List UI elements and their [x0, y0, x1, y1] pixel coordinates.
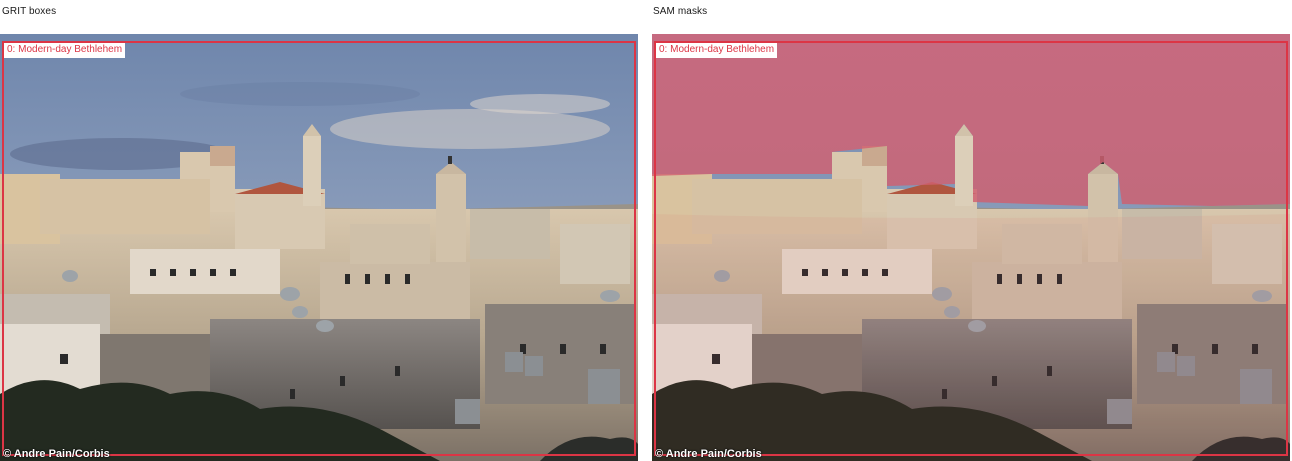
grit-boxes-panel: 0: Modern-day Bethlehem © Andre Pain/Cor… [0, 34, 638, 461]
sam-masks-title: SAM masks [653, 6, 708, 17]
bethlehem-photo-masked [652, 34, 1290, 461]
comparison-view: GRIT boxes SAM masks 0: Modern-day Bethl… [0, 0, 1292, 461]
sam-masks-panel: 0: Modern-day Bethlehem © Andre Pain/Cor… [652, 34, 1290, 461]
bethlehem-photo [0, 34, 638, 461]
photo-credit: © Andre Pain/Corbis [3, 448, 110, 460]
photo-credit: © Andre Pain/Corbis [655, 448, 762, 460]
grit-boxes-title: GRIT boxes [2, 6, 57, 17]
